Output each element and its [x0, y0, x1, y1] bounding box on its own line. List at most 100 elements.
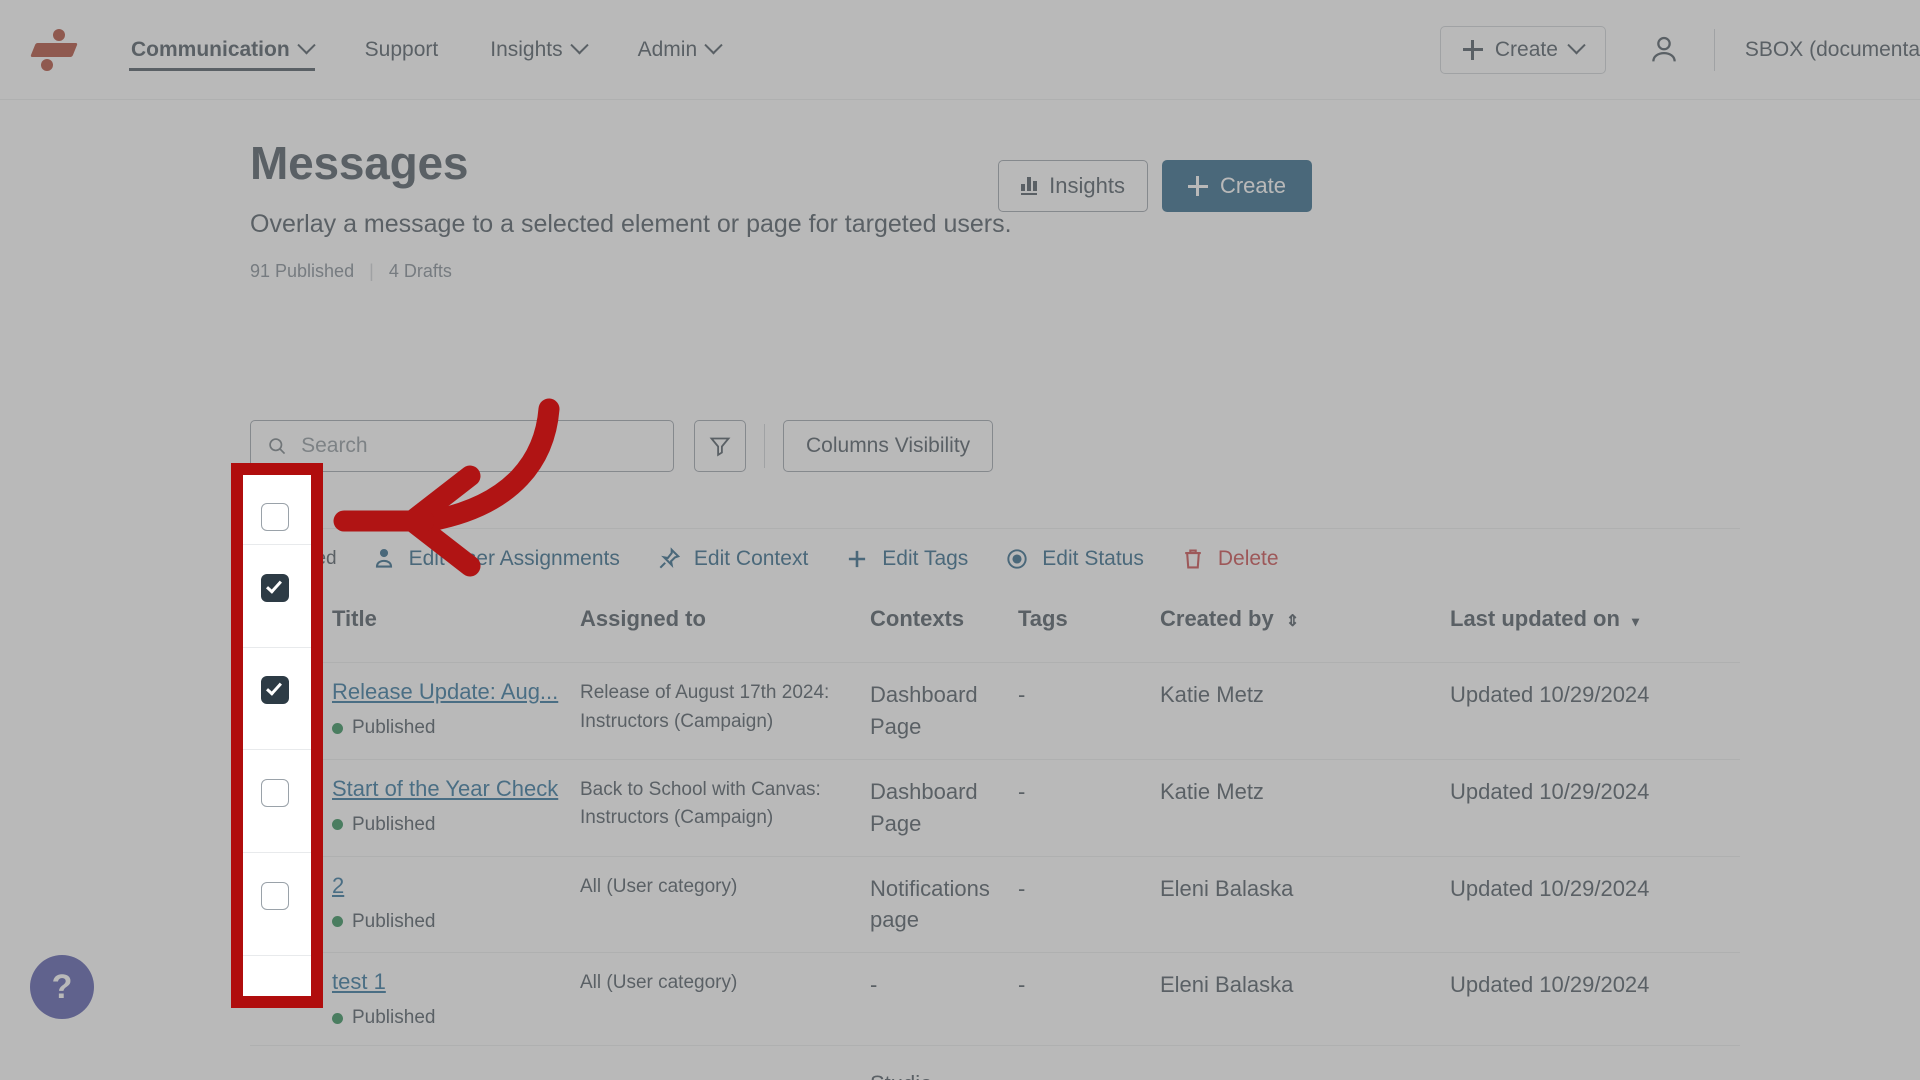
app-logo[interactable] [0, 28, 105, 72]
delete-button[interactable]: Delete [1180, 546, 1279, 572]
edit-context-button[interactable]: Edit Context [656, 546, 808, 572]
edit-user-assignments-button[interactable]: Edit User Assignments [371, 546, 620, 572]
plus-icon [849, 550, 866, 567]
insights-button[interactable]: Insights [998, 160, 1148, 212]
table-row[interactable]: Facilitate knowledge ... Published - Stu… [250, 1046, 1740, 1080]
row-checkbox[interactable] [268, 681, 296, 709]
page-header-actions: Insights Create [998, 160, 1312, 212]
selected-count-label: 2 selected [250, 547, 337, 569]
sort-descending-icon: ▾ [1632, 613, 1640, 629]
nav-item-insights[interactable]: Insights [464, 0, 611, 99]
messages-table: Title Assigned to Contexts Tags Created … [250, 584, 1740, 1080]
status-badge: Published [332, 814, 570, 836]
cell-contexts: Notifications page [870, 875, 990, 933]
cell-tags: - [1018, 972, 1026, 998]
status-label: Published [352, 717, 436, 738]
record-counts: 91 Published | 4 Drafts [250, 261, 1920, 282]
filter-button[interactable] [694, 420, 746, 472]
page-subtitle: Overlay a message to a selected element … [250, 210, 1012, 238]
nav-item-communication[interactable]: Communication [105, 0, 339, 99]
cell-title: Start of the Year Check Published [312, 760, 580, 852]
nav-item-label: Admin [637, 37, 698, 61]
question-mark-icon: ? [51, 968, 73, 1006]
page-header: Messages Overlay a message to a selected… [0, 100, 1920, 282]
bulk-action-label: Edit Status [1042, 546, 1144, 570]
plus-icon [1187, 176, 1208, 196]
message-title-link[interactable]: Start of the Year Check [332, 776, 558, 802]
status-badge: Published [332, 1007, 570, 1029]
row-select-cell [250, 857, 312, 926]
row-select-cell [250, 760, 312, 829]
status-badge: Published [332, 911, 570, 933]
cell-assigned-to: All (User category) [580, 875, 738, 897]
sort-updown-icon: ⇕ [1285, 613, 1300, 630]
message-title-link[interactable]: Release Update: Aug... [332, 679, 558, 705]
top-navigation-bar: Communication Support Insights Admin Cre… [0, 0, 1920, 100]
cell-last-updated: Updated 10/29/2024 [1450, 875, 1650, 901]
nav-item-support[interactable]: Support [339, 0, 465, 99]
status-label: Published [352, 910, 436, 932]
column-label: Title [332, 606, 377, 631]
edit-status-button[interactable]: Edit Status [1004, 546, 1144, 572]
column-label: Assigned to [580, 606, 706, 631]
row-checkbox[interactable] [268, 777, 296, 806]
cell-tags: - [1018, 682, 1026, 707]
user-account-icon[interactable] [1644, 30, 1684, 70]
column-label: Created by [1160, 606, 1274, 631]
cell-contexts: Dashboard Page [870, 778, 978, 836]
pin-icon [659, 546, 681, 568]
column-header-title[interactable]: Title [312, 584, 580, 654]
cell-created-by: Eleni Balaska [1160, 972, 1294, 998]
table-row[interactable]: Release Update: Aug... Published Release… [250, 663, 1740, 760]
page-content: Messages Overlay a message to a selected… [0, 100, 1920, 1080]
cell-title: Facilitate knowledge ... Published [312, 1046, 580, 1080]
bulk-action-label: Edit User Assignments [408, 546, 620, 570]
nav-right-cluster: Create SBOX (documenta [1439, 25, 1920, 74]
cell-assigned-to: - [580, 1046, 870, 1080]
cell-last-updated: Updated 10/29/2024 [1450, 778, 1650, 804]
create-button-label: Create [1219, 173, 1286, 198]
cell-tags: - [1018, 875, 1026, 901]
message-title-link[interactable]: 2 [332, 873, 344, 899]
column-header-contexts[interactable]: Contexts [870, 584, 1018, 654]
bulk-action-label: Edit Context [693, 546, 809, 570]
search-icon [269, 438, 286, 455]
column-header-assigned-to[interactable]: Assigned to [580, 584, 870, 654]
select-all-checkbox[interactable] [268, 606, 296, 634]
row-checkbox[interactable] [268, 874, 296, 903]
cell-created-by: Katie Metz [1160, 682, 1264, 707]
table-row[interactable]: 2 Published All (User category) Notifica… [250, 857, 1740, 954]
app-root: Communication Support Insights Admin Cre… [0, 0, 1920, 1080]
help-button[interactable]: ? [30, 955, 94, 1019]
bulk-action-bar: 2 selected Edit User Assignments Edit Co… [250, 528, 1740, 584]
cell-last-updated: Updated 10/29/2024 [1450, 972, 1650, 998]
cell-created-by: Eleni Balaska [1160, 875, 1294, 901]
status-dot-icon [332, 1012, 343, 1024]
cell-created-by: Eleni Balaska [1160, 1046, 1450, 1080]
cell-contexts: - [870, 972, 878, 998]
nav-item-admin[interactable]: Admin [612, 0, 747, 99]
nav-divider [1713, 28, 1715, 71]
column-header-last-updated[interactable]: Last updated on ▾ [1450, 584, 1730, 654]
table-row[interactable]: test 1 Published All (User category) - -… [250, 953, 1740, 1047]
search-input[interactable] [301, 434, 657, 458]
bulk-action-label: Edit Tags [882, 546, 969, 570]
global-create-button[interactable]: Create [1439, 25, 1606, 74]
counts-divider: | [369, 261, 374, 281]
edit-tags-button[interactable]: Edit Tags [844, 546, 968, 572]
row-checkbox[interactable] [268, 971, 296, 1000]
column-header-tags[interactable]: Tags [1018, 584, 1160, 654]
table-row[interactable]: Start of the Year Check Published Back t… [250, 760, 1740, 857]
message-title-link[interactable]: test 1 [332, 969, 386, 995]
columns-visibility-button[interactable]: Columns Visibility [783, 420, 994, 472]
filter-icon [709, 437, 731, 457]
cell-title: 2 Published [312, 857, 580, 949]
create-message-button[interactable]: Create [1161, 160, 1312, 212]
status-badge: Published [332, 717, 570, 739]
cell-last-updated: Updated 10/29/2024 [1450, 682, 1650, 707]
row-select-cell [250, 663, 312, 732]
table-header-row: Title Assigned to Contexts Tags Created … [250, 584, 1740, 663]
search-field-wrapper[interactable] [250, 420, 674, 472]
chevron-down-icon [569, 36, 589, 55]
column-header-created-by[interactable]: Created by ⇕ [1160, 584, 1450, 654]
